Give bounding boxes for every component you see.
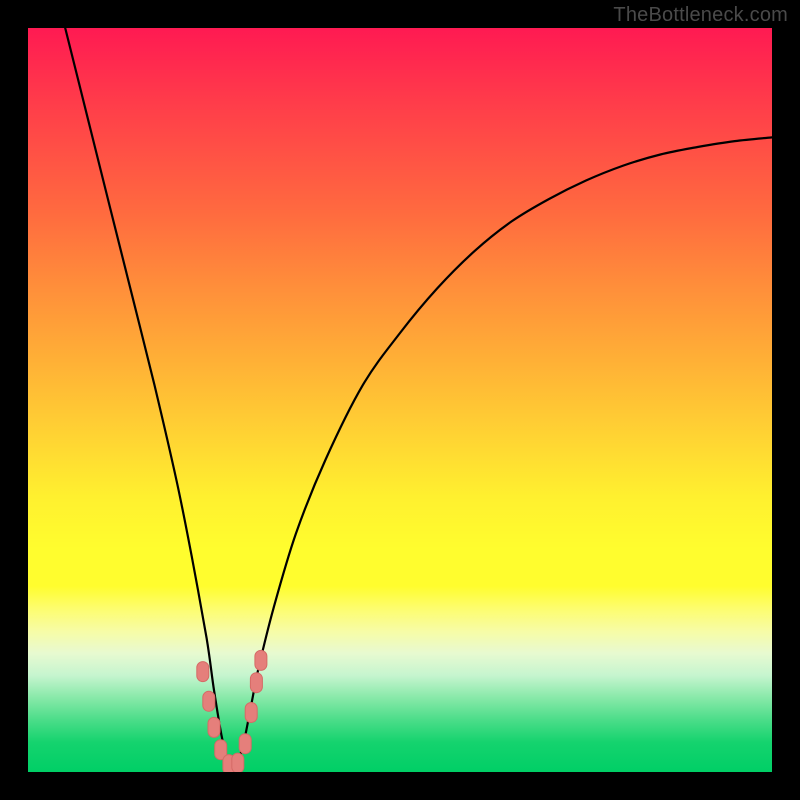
plot-area [28,28,772,772]
marker-dot [197,662,209,682]
marker-dot [250,673,262,693]
marker-dot [203,691,215,711]
curve-layer [28,28,772,772]
marker-dot [208,717,220,737]
marker-dot [255,650,267,670]
marker-dot [239,734,251,754]
chart-frame: TheBottleneck.com [0,0,800,800]
bottleneck-curve [65,28,772,768]
highlight-markers [197,650,267,772]
marker-dot [232,753,244,772]
marker-dot [245,703,257,723]
watermark-text: TheBottleneck.com [613,4,788,27]
